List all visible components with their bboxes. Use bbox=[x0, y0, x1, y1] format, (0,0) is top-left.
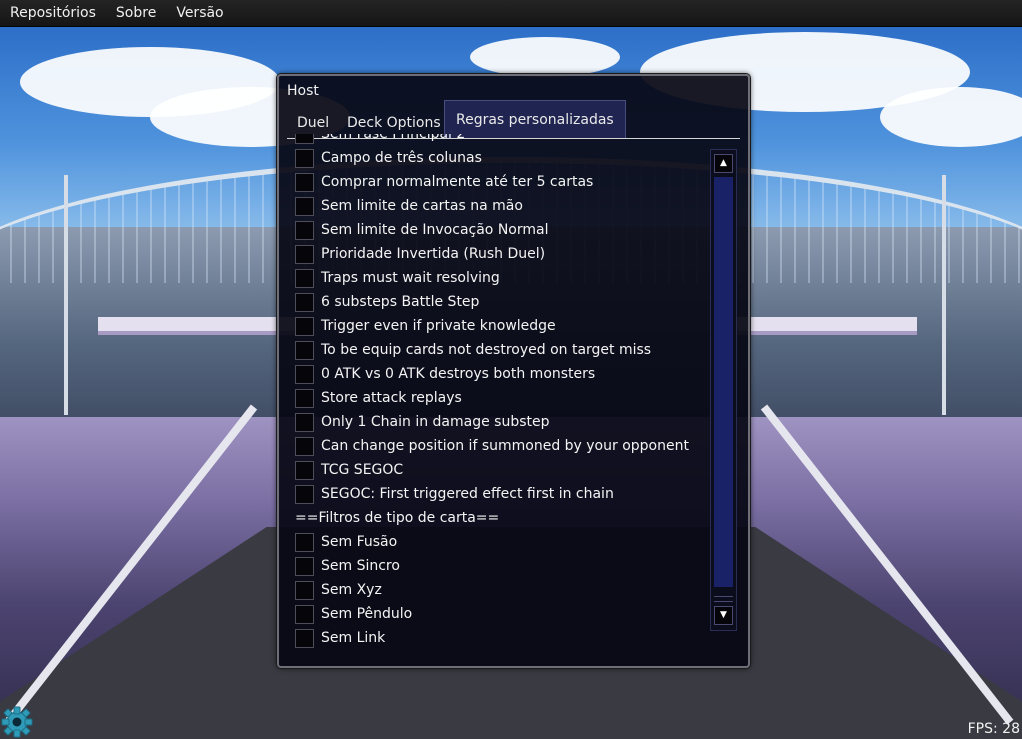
checkbox[interactable] bbox=[295, 244, 314, 264]
checkbox[interactable] bbox=[295, 388, 314, 408]
filter-label: Sem Xyz bbox=[321, 582, 382, 598]
fps-counter: FPS: 28 bbox=[967, 721, 1020, 737]
host-dialog: Host Duel Deck Options Regras personaliz… bbox=[277, 74, 750, 668]
checkbox[interactable] bbox=[295, 220, 314, 240]
rule-row[interactable]: Can change position if summoned by your … bbox=[295, 434, 709, 458]
filter-label: Sem Fusão bbox=[321, 534, 398, 550]
rule-label: Comprar normalmente até ter 5 cartas bbox=[321, 174, 594, 190]
checkbox[interactable] bbox=[295, 148, 314, 168]
checkbox[interactable] bbox=[295, 412, 314, 432]
light-pole bbox=[942, 175, 946, 415]
checkbox[interactable] bbox=[295, 134, 314, 144]
vertical-scrollbar[interactable]: ▲ ▼ bbox=[710, 149, 737, 631]
chevron-up-icon: ▲ bbox=[720, 158, 727, 168]
rule-label: SEGOC: First triggered effect first in c… bbox=[321, 486, 614, 502]
filter-label: Sem Pêndulo bbox=[321, 606, 413, 622]
rule-label: Prioridade Invertida (Rush Duel) bbox=[321, 246, 546, 262]
rule-label: Store attack replays bbox=[321, 390, 462, 406]
checkbox[interactable] bbox=[295, 556, 314, 576]
rule-label: Sem Fase Principal 2 bbox=[321, 134, 466, 142]
rule-row[interactable]: Store attack replays bbox=[295, 386, 709, 410]
chevron-down-icon: ▼ bbox=[720, 610, 727, 620]
rule-row[interactable]: Trigger even if private knowledge bbox=[295, 314, 709, 338]
scroll-up-button[interactable]: ▲ bbox=[714, 154, 733, 173]
cloud bbox=[470, 37, 620, 77]
checkbox[interactable] bbox=[295, 196, 314, 216]
checkbox[interactable] bbox=[295, 364, 314, 384]
filter-row[interactable]: Sem Fusão bbox=[295, 530, 709, 554]
rule-label: Sem limite de cartas na mão bbox=[321, 198, 523, 214]
checkbox[interactable] bbox=[295, 436, 314, 456]
tab-regras-personalizadas[interactable]: Regras personalizadas bbox=[444, 100, 626, 138]
duel-table-left bbox=[98, 317, 298, 335]
rule-row[interactable]: Traps must wait resolving bbox=[295, 266, 709, 290]
menu-sobre[interactable]: Sobre bbox=[106, 0, 166, 26]
scroll-grip bbox=[714, 596, 733, 602]
checkbox[interactable] bbox=[295, 172, 314, 192]
filter-label: Sem Link bbox=[321, 630, 386, 646]
rule-label: 0 ATK vs 0 ATK destroys both monsters bbox=[321, 366, 596, 382]
checkbox[interactable] bbox=[295, 316, 314, 336]
rule-row[interactable]: Sem Fase Principal 2 bbox=[295, 134, 709, 146]
rule-row[interactable]: 6 substeps Battle Step bbox=[295, 290, 709, 314]
rule-row[interactable]: TCG SEGOC bbox=[295, 458, 709, 482]
checkbox[interactable] bbox=[295, 580, 314, 600]
filter-row[interactable]: Sem Pêndulo bbox=[295, 602, 709, 626]
rule-label: Campo de três colunas bbox=[321, 150, 482, 166]
checkbox[interactable] bbox=[295, 292, 314, 312]
filter-label: Sem Sincro bbox=[321, 558, 400, 574]
tab-duel[interactable]: Duel bbox=[291, 114, 335, 132]
checkbox[interactable] bbox=[295, 484, 314, 504]
rule-label: 6 substeps Battle Step bbox=[321, 294, 480, 310]
rule-row[interactable]: SEGOC: First triggered effect first in c… bbox=[295, 482, 709, 506]
rule-row[interactable]: Only 1 Chain in damage substep bbox=[295, 410, 709, 434]
rule-row[interactable]: 0 ATK vs 0 ATK destroys both monsters bbox=[295, 362, 709, 386]
checkbox[interactable] bbox=[295, 628, 314, 648]
rule-row[interactable]: Sem limite de Invocação Normal bbox=[295, 218, 709, 242]
rule-label: Trigger even if private knowledge bbox=[321, 318, 556, 334]
rule-label: Only 1 Chain in damage substep bbox=[321, 414, 550, 430]
rule-label: Sem limite de Invocação Normal bbox=[321, 222, 549, 238]
rule-row[interactable]: Prioridade Invertida (Rush Duel) bbox=[295, 242, 709, 266]
tab-deck-options[interactable]: Deck Options bbox=[341, 114, 447, 132]
rule-row[interactable]: Campo de três colunas bbox=[295, 146, 709, 170]
rule-label: TCG SEGOC bbox=[321, 462, 404, 478]
filter-row[interactable]: Sem Sincro bbox=[295, 554, 709, 578]
scroll-thumb[interactable] bbox=[714, 177, 733, 587]
checkbox[interactable] bbox=[295, 340, 314, 360]
rule-row[interactable]: Sem limite de cartas na mão bbox=[295, 194, 709, 218]
checkbox[interactable] bbox=[295, 268, 314, 288]
dialog-title: Host bbox=[287, 83, 319, 99]
filter-section-header: ==Filtros de tipo de carta== bbox=[295, 510, 500, 526]
rules-list: Sem Fase Principal 2 Campo de três colun… bbox=[295, 134, 709, 662]
rule-row[interactable]: Comprar normalmente até ter 5 cartas bbox=[295, 170, 709, 194]
gear-icon[interactable] bbox=[0, 705, 34, 739]
rule-label: To be equip cards not destroyed on targe… bbox=[321, 342, 652, 358]
rule-label: Can change position if summoned by your … bbox=[321, 438, 689, 454]
filter-row[interactable]: Sem Link bbox=[295, 626, 709, 650]
menu-versao[interactable]: Versão bbox=[166, 0, 233, 26]
menu-repositorios[interactable]: Repositórios bbox=[0, 0, 106, 26]
scroll-down-button[interactable]: ▼ bbox=[714, 606, 733, 625]
rule-label: Traps must wait resolving bbox=[321, 270, 500, 286]
filter-row[interactable]: Sem Xyz bbox=[295, 578, 709, 602]
light-pole bbox=[64, 175, 68, 415]
menu-bar: Repositórios Sobre Versão bbox=[0, 0, 1022, 27]
rule-row[interactable]: To be equip cards not destroyed on targe… bbox=[295, 338, 709, 362]
checkbox[interactable] bbox=[295, 532, 314, 552]
checkbox[interactable] bbox=[295, 460, 314, 480]
checkbox[interactable] bbox=[295, 604, 314, 624]
